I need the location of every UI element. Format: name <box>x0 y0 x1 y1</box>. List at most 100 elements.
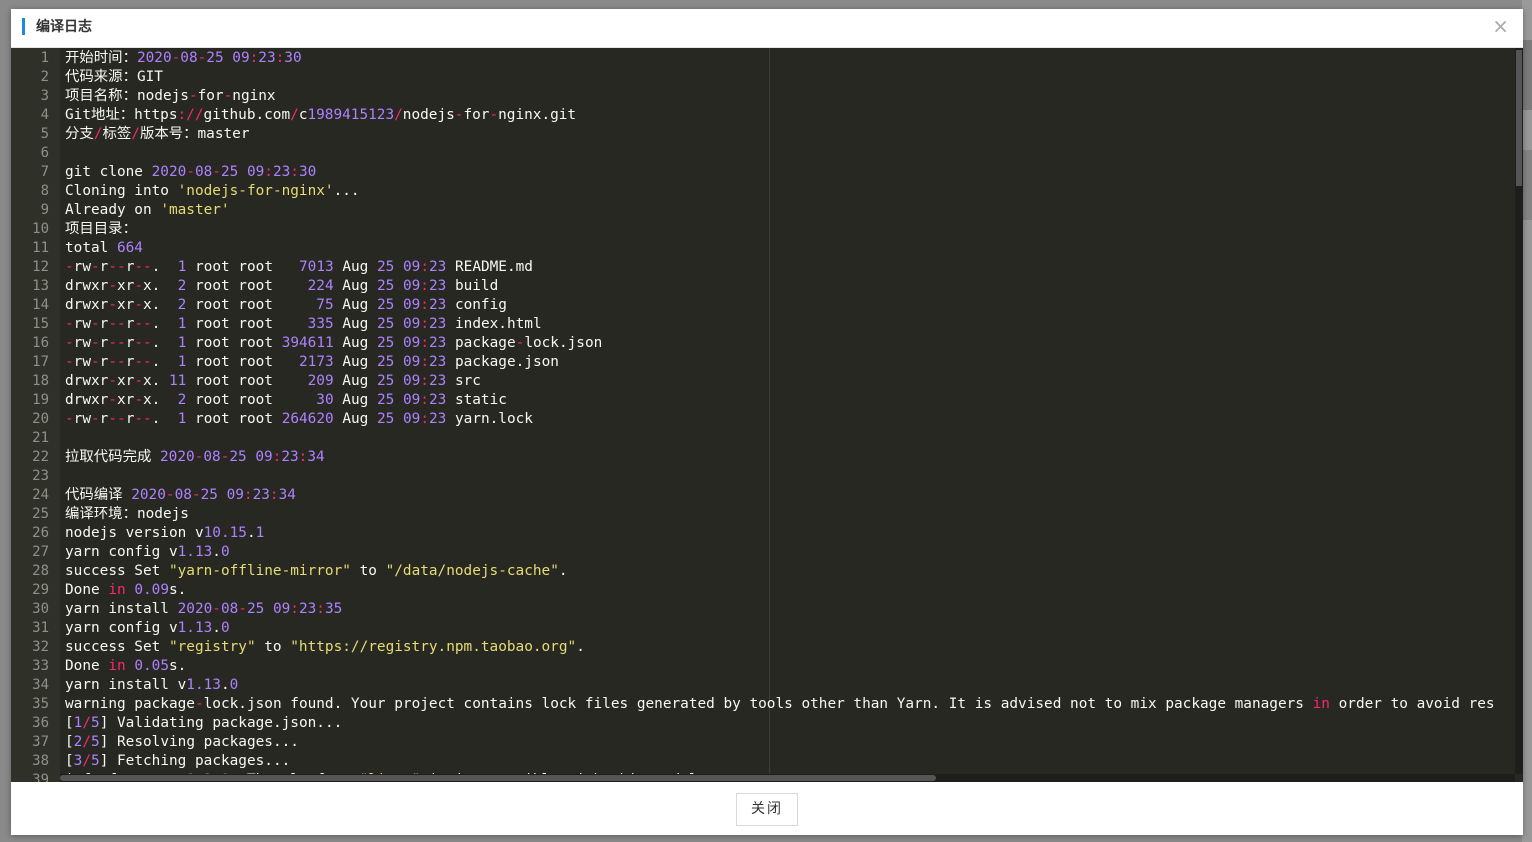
line-number: 11 <box>32 240 49 256</box>
log-line: 38 [3/5] Fetching packages... <box>11 752 1515 771</box>
log-line: 6 <box>11 144 1515 163</box>
log-line-text: -rw-r--r--. 1 root root 264620 Aug 25 09… <box>65 411 533 427</box>
line-number: 10 <box>32 221 49 237</box>
log-line: 17 -rw-r--r--. 1 root root 2173 Aug 25 09… <box>11 353 1515 372</box>
line-number: 6 <box>40 145 49 161</box>
log-editor[interactable]: 1 开始时间：2020-08-25 09:23:30 2 代码来源：GIT 3 项目名称：… <box>11 48 1523 782</box>
horizontal-scrollbar[interactable] <box>60 774 1515 782</box>
log-line: 30 yarn install 2020-08-25 09:23:35 <box>11 600 1515 619</box>
line-number: 3 <box>40 88 49 104</box>
log-line-text: drwxr-xr-x. 2 root root 224 Aug 25 09:23… <box>65 278 499 294</box>
log-lines: 1 开始时间：2020-08-25 09:23:30 2 代码来源：GIT 3 项目名称：… <box>11 49 1515 782</box>
background-block <box>1522 40 1532 110</box>
line-number: 26 <box>32 525 49 541</box>
log-line: 29 Done in 0.09s. <box>11 581 1515 600</box>
log-line-text: git clone 2020-08-25 09:23:30 <box>65 164 317 180</box>
log-line: 22 拉取代码完成 2020-08-25 09:23:34 <box>11 448 1515 467</box>
line-number: 39 <box>32 772 49 782</box>
line-number: 5 <box>40 126 49 142</box>
log-line-text: 分支/标签/版本号：master <box>65 126 250 142</box>
line-number: 18 <box>32 373 49 389</box>
log-line: 25 编译环境：nodejs <box>11 505 1515 524</box>
log-line: 8 Cloning into 'nodejs-for-nginx'... <box>11 182 1515 201</box>
line-number: 12 <box>32 259 49 275</box>
log-line: 34 yarn install v1.13.0 <box>11 676 1515 695</box>
close-button[interactable]: 关闭 <box>736 793 798 826</box>
log-line-text: [3/5] Fetching packages... <box>65 753 291 769</box>
log-line: 19 drwxr-xr-x. 2 root root 30 Aug 25 09:2… <box>11 391 1515 410</box>
log-line: 21 <box>11 429 1515 448</box>
log-line-text: yarn config v1.13.0 <box>65 544 230 560</box>
horizontal-scrollbar-thumb[interactable] <box>60 775 936 781</box>
log-line-text: success Set "registry" to "https://regis… <box>65 639 585 655</box>
log-line-text: Done in 0.09s. <box>65 582 187 598</box>
log-line: 24 代码编译 2020-08-25 09:23:34 <box>11 486 1515 505</box>
log-line-text: 编译环境：nodejs <box>65 506 189 522</box>
vertical-scrollbar[interactable] <box>1515 48 1523 774</box>
log-line: 10 项目目录： <box>11 220 1515 239</box>
line-number: 15 <box>32 316 49 332</box>
line-number: 28 <box>32 563 49 579</box>
vertical-scrollbar-thumb[interactable] <box>1516 50 1522 186</box>
dialog-footer: 关闭 <box>11 782 1523 835</box>
log-line-text: 开始时间：2020-08-25 09:23:30 <box>65 50 302 66</box>
log-line-text: Already on 'master' <box>65 202 230 218</box>
line-number: 9 <box>40 202 49 218</box>
line-number: 7 <box>40 164 49 180</box>
log-line-text: 拉取代码完成 2020-08-25 09:23:34 <box>65 449 325 465</box>
line-number: 4 <box>40 107 49 123</box>
line-number: 22 <box>32 449 49 465</box>
log-line-text: success Set "yarn-offline-mirror" to "/d… <box>65 563 568 579</box>
line-number: 37 <box>32 734 49 750</box>
line-number: 25 <box>32 506 49 522</box>
log-line: 36 [1/5] Validating package.json... <box>11 714 1515 733</box>
dialog-header: 编译日志 × <box>11 9 1523 48</box>
log-line: 12 -rw-r--r--. 1 root root 7013 Aug 25 09… <box>11 258 1515 277</box>
line-number: 13 <box>32 278 49 294</box>
log-line-text: 代码编译 2020-08-25 09:23:34 <box>65 487 296 503</box>
log-line: 15 -rw-r--r--. 1 root root 335 Aug 25 09:… <box>11 315 1515 334</box>
line-number: 14 <box>32 297 49 313</box>
log-line-text: -rw-r--r--. 1 root root 7013 Aug 25 09:2… <box>65 259 533 275</box>
line-number: 27 <box>32 544 49 560</box>
log-line: 31 yarn config v1.13.0 <box>11 619 1515 638</box>
line-number: 19 <box>32 392 49 408</box>
log-line-text: [1/5] Validating package.json... <box>65 715 343 731</box>
log-line: 13 drwxr-xr-x. 2 root root 224 Aug 25 09:… <box>11 277 1515 296</box>
close-icon[interactable]: × <box>1492 16 1509 36</box>
log-line: 1 开始时间：2020-08-25 09:23:30 <box>11 49 1515 68</box>
log-line: 2 代码来源：GIT <box>11 68 1515 87</box>
line-number: 29 <box>32 582 49 598</box>
log-line: 26 nodejs version v10.15.1 <box>11 524 1515 543</box>
log-line-text: -rw-r--r--. 1 root root 2173 Aug 25 09:2… <box>65 354 559 370</box>
log-line-text: drwxr-xr-x. 2 root root 75 Aug 25 09:23 … <box>65 297 507 313</box>
line-number: 1 <box>40 50 49 66</box>
line-number: 20 <box>32 411 49 427</box>
log-line: 9 Already on 'master' <box>11 201 1515 220</box>
log-line: 32 success Set "registry" to "https://reg… <box>11 638 1515 657</box>
log-line: 4 Git地址：https://github.com/c1989415123/no… <box>11 106 1515 125</box>
log-line-text: [2/5] Resolving packages... <box>65 734 299 750</box>
line-number: 31 <box>32 620 49 636</box>
log-line-text: yarn install v1.13.0 <box>65 677 239 693</box>
log-line-text: Cloning into 'nodejs-for-nginx'... <box>65 183 360 199</box>
log-line: 7 git clone 2020-08-25 09:23:30 <box>11 163 1515 182</box>
line-number: 35 <box>32 696 49 712</box>
log-line-text: -rw-r--r--. 1 root root 335 Aug 25 09:23… <box>65 316 542 332</box>
log-line-text: Done in 0.05s. <box>65 658 187 674</box>
line-number: 17 <box>32 354 49 370</box>
log-line: 33 Done in 0.05s. <box>11 657 1515 676</box>
log-line: 23 <box>11 467 1515 486</box>
line-number: 21 <box>32 430 49 446</box>
line-number: 34 <box>32 677 49 693</box>
log-line: 27 yarn config v1.13.0 <box>11 543 1515 562</box>
background-block <box>1522 150 1532 220</box>
line-number: 2 <box>40 69 49 85</box>
line-number: 33 <box>32 658 49 674</box>
line-number: 32 <box>32 639 49 655</box>
title-accent-bar <box>22 18 25 35</box>
dialog-title: 编译日志 <box>36 19 92 35</box>
log-line: 14 drwxr-xr-x. 2 root root 75 Aug 25 09:2… <box>11 296 1515 315</box>
log-line-text: 项目目录： <box>65 221 137 237</box>
line-number: 24 <box>32 487 49 503</box>
